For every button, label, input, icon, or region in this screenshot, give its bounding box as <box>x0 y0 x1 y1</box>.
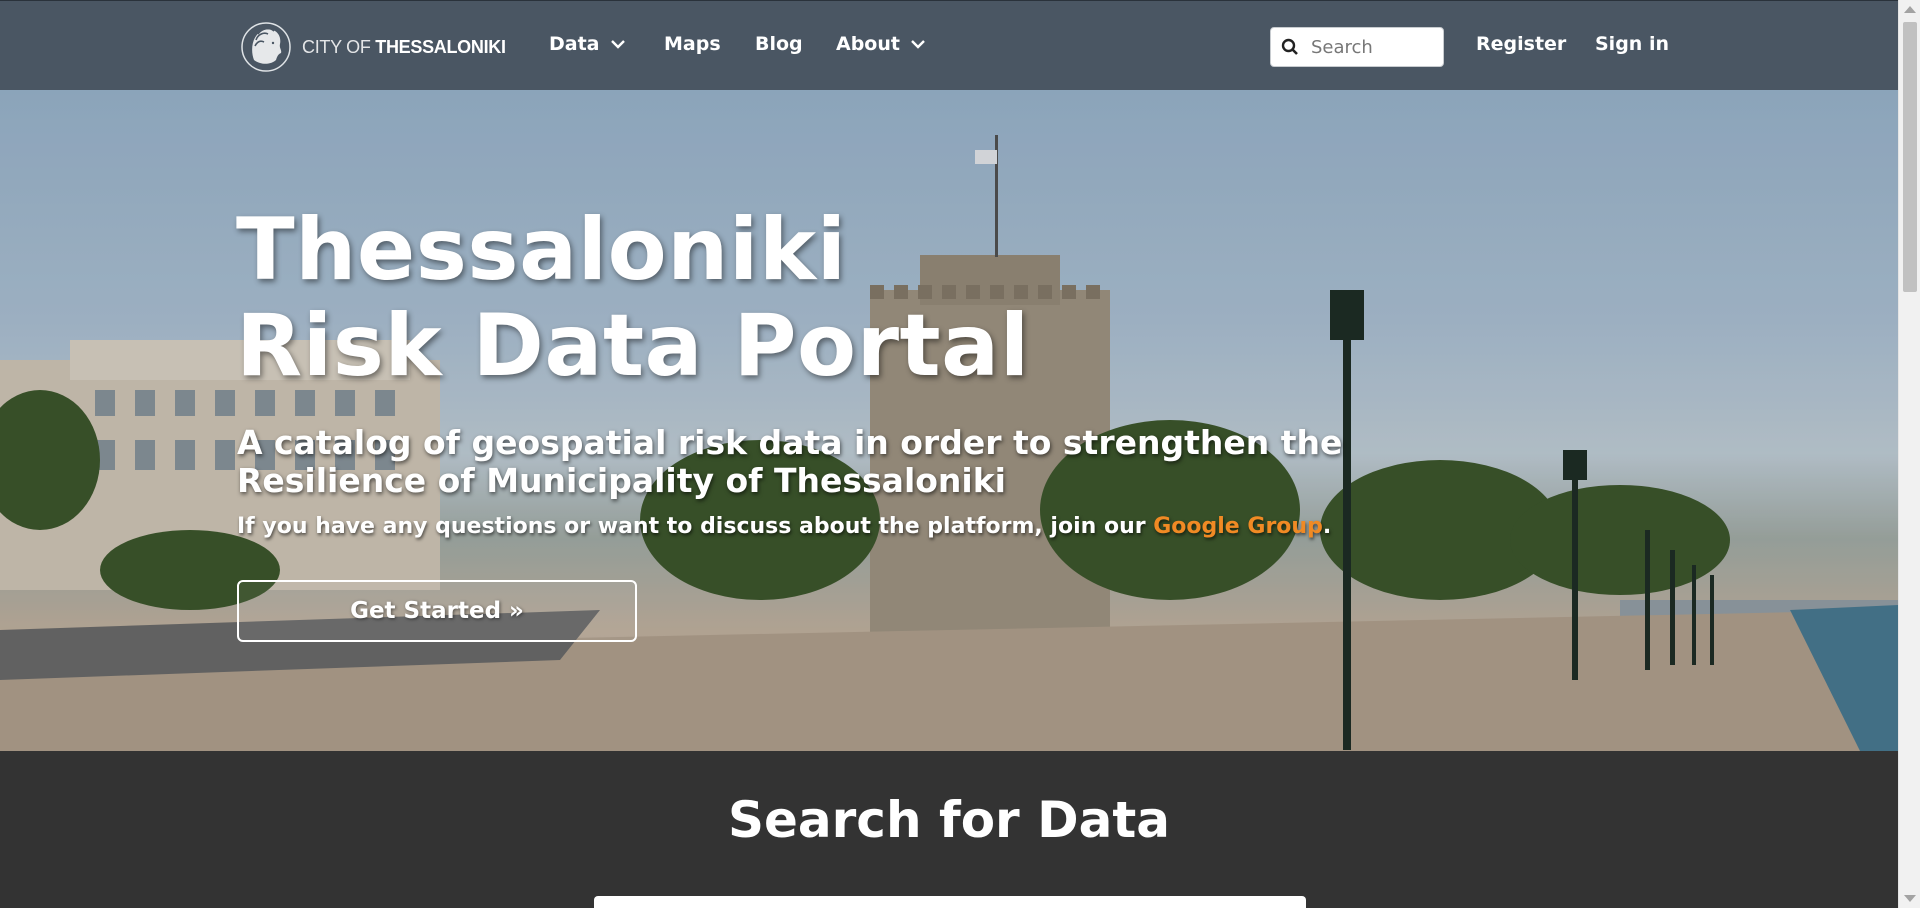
signin-label: Sign in <box>1595 33 1669 55</box>
nav-about-label: About <box>836 33 900 55</box>
nav-maps-label: Maps <box>664 33 721 55</box>
register-link[interactable]: Register <box>1476 33 1566 55</box>
search-icon <box>1281 38 1298 55</box>
chevron-down-icon <box>610 40 625 49</box>
nav-blog-link[interactable]: Blog <box>755 33 803 55</box>
white-tower-waterfront-photo <box>0 90 1898 751</box>
header-search-box[interactable] <box>1270 27 1444 67</box>
hero-note-text: If you have any questions or want to dis… <box>237 514 1154 539</box>
logo-text-light: CITY OF <box>302 36 376 57</box>
hero-note: If you have any questions or want to dis… <box>237 514 1331 539</box>
search-heading: Search for Data <box>727 791 1171 849</box>
scrollbar-thumb[interactable] <box>1903 22 1917 292</box>
hero-title-line-2: Risk Data Portal <box>236 296 1030 396</box>
nav-maps-link[interactable]: Maps <box>664 33 721 55</box>
scroll-up-arrow-icon[interactable] <box>1904 6 1916 13</box>
nav-blog-label: Blog <box>755 33 803 55</box>
hero-banner: Thessaloniki Risk Data Portal A catalog … <box>0 90 1898 751</box>
logo-text-bold: THESSALONIKI <box>375 36 506 57</box>
scroll-down-arrow-icon[interactable] <box>1904 895 1916 902</box>
google-group-link[interactable]: Google Group <box>1153 514 1323 539</box>
nav-data-label: Data <box>549 33 600 55</box>
hero-note-period: . <box>1322 514 1332 539</box>
hero-title-line-1: Thessaloniki <box>236 200 847 300</box>
page-scrollbar[interactable] <box>1898 0 1920 908</box>
hero-title: Thessaloniki Risk Data Portal <box>236 202 1030 394</box>
data-search-input[interactable] <box>594 896 1306 908</box>
signin-link[interactable]: Sign in <box>1595 33 1669 55</box>
register-label: Register <box>1476 33 1567 55</box>
nav-data-dropdown[interactable]: Data <box>549 33 626 55</box>
alexander-head-icon <box>241 22 291 72</box>
hero-subtitle: A catalog of geospatial risk data in ord… <box>237 423 1343 500</box>
top-navbar: CITY OF THESSALONIKI Data Maps Blog Abou… <box>0 0 1898 90</box>
get-started-button[interactable]: Get Started » <box>237 580 637 642</box>
nav-about-dropdown[interactable]: About <box>836 33 926 55</box>
header-search-input[interactable] <box>1311 36 1431 58</box>
city-logo[interactable]: CITY OF THESSALONIKI <box>240 19 506 75</box>
search-section: Search for Data <box>0 751 1898 908</box>
chevron-down-icon <box>911 40 925 49</box>
logo-text: CITY OF THESSALONIKI <box>302 37 506 58</box>
